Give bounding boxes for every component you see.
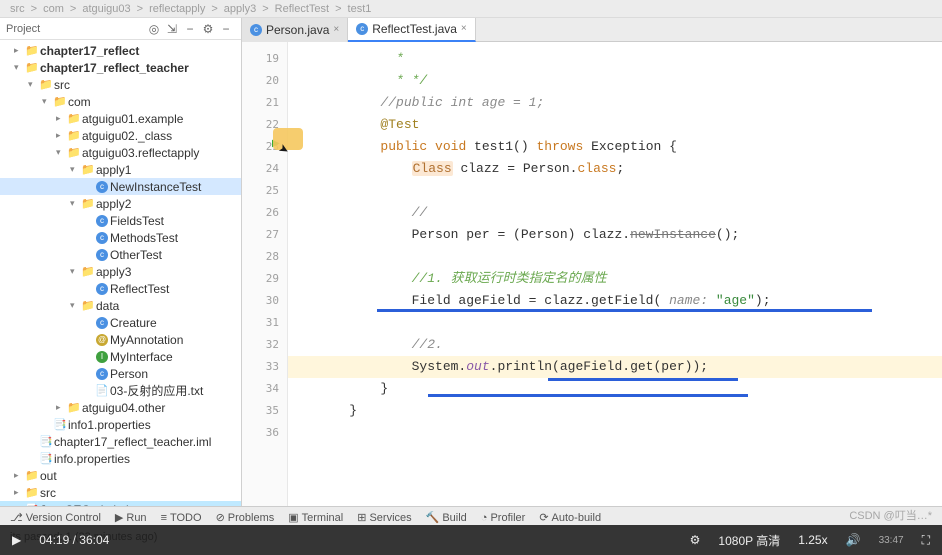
collapse-icon[interactable]: − xyxy=(181,20,199,38)
tree-myinterface[interactable]: IMyInterface xyxy=(0,348,241,365)
sidebar-header: Project ◎ ⇲ − ⚙ − xyxy=(0,18,241,40)
project-sidebar: Project ◎ ⇲ − ⚙ − ▸📁chapter17_reflect ▾📁… xyxy=(0,18,242,506)
video-speed[interactable]: 1.25x xyxy=(798,533,827,547)
problems-tab[interactable]: ⊘ Problems xyxy=(216,511,275,524)
video-player-bar[interactable]: ▶ 04:19 / 36:04 ⚙ 1080P 高清 1.25x 🔊 33:47… xyxy=(0,525,942,555)
annotation-line-2a xyxy=(548,378,738,381)
tree-pkg2[interactable]: ▸📁atguigu02._class xyxy=(0,127,241,144)
target-icon[interactable]: ◎ xyxy=(145,20,163,38)
tree-data[interactable]: ▾📁data xyxy=(0,297,241,314)
tab-person[interactable]: cPerson.java× xyxy=(242,18,348,42)
services-tab[interactable]: ⊞ Services xyxy=(357,511,411,524)
tree-src[interactable]: ▾📁src xyxy=(0,76,241,93)
tree-info1[interactable]: 📑info1.properties xyxy=(0,416,241,433)
tree-reflecttest[interactable]: cReflectTest xyxy=(0,280,241,297)
profiler-tab[interactable]: ◔ Profiler xyxy=(481,512,526,524)
tree-apply3[interactable]: ▾📁apply3 xyxy=(0,263,241,280)
tree-iml[interactable]: 📑chapter17_reflect_teacher.iml xyxy=(0,433,241,450)
watermark: CSDN @叮当…* xyxy=(849,507,932,523)
tree-person[interactable]: cPerson xyxy=(0,365,241,382)
autobuild-tab[interactable]: ⟳ Auto-build xyxy=(539,511,601,524)
breadcrumb: src > com > atguigu03 > reflectapply > a… xyxy=(0,0,942,18)
settings-icon[interactable]: ⚙ xyxy=(690,533,701,547)
tree-out[interactable]: ▸📁out xyxy=(0,467,241,484)
tree-txt[interactable]: 📄03-反射的应用.txt xyxy=(0,382,241,399)
code-editor[interactable]: * * */ //public int age = 1; @Test publi… xyxy=(288,42,942,506)
tree-newinstancetest[interactable]: cNewInstanceTest xyxy=(0,178,241,195)
run-tab[interactable]: ▶ Run xyxy=(115,511,147,524)
play-icon[interactable]: ▶ xyxy=(12,533,21,547)
tree-pkg4[interactable]: ▸📁atguigu04.other xyxy=(0,399,241,416)
tree-jse-iml[interactable]: 📑JavaSECode.iml xyxy=(0,501,241,506)
close-icon[interactable]: × xyxy=(333,24,339,35)
tree-src2[interactable]: ▸📁src xyxy=(0,484,241,501)
tree-chapter17-teacher[interactable]: ▾📁chapter17_reflect_teacher xyxy=(0,59,241,76)
editor-pane: cPerson.java× cReflectTest.java× 1920 21… xyxy=(242,18,942,506)
tree-myannotation[interactable]: @MyAnnotation xyxy=(0,331,241,348)
sidebar-title: Project xyxy=(6,23,145,35)
volume-icon[interactable]: 🔊 xyxy=(846,533,861,547)
line-gutter: 1920 2122 2324 2526 2728 2930 3132 3334 … xyxy=(242,42,288,506)
tree-creature[interactable]: cCreature xyxy=(0,314,241,331)
tree-methodstest[interactable]: cMethodsTest xyxy=(0,229,241,246)
tree-pkg1[interactable]: ▸📁atguigu01.example xyxy=(0,110,241,127)
cursor-highlight xyxy=(273,128,303,150)
tree-apply1[interactable]: ▾📁apply1 xyxy=(0,161,241,178)
tree-chapter17-reflect[interactable]: ▸📁chapter17_reflect xyxy=(0,42,241,59)
editor-tabs: cPerson.java× cReflectTest.java× xyxy=(242,18,942,42)
tree-pkg3[interactable]: ▾📁atguigu03.reflectapply xyxy=(0,144,241,161)
close-icon[interactable]: × xyxy=(461,23,467,34)
gear-icon[interactable]: ⚙ xyxy=(199,20,217,38)
video-time: 04:19 / 36:04 xyxy=(39,533,109,547)
tree-othertest[interactable]: cOtherTest xyxy=(0,246,241,263)
fullscreen-icon[interactable]: ⛶ xyxy=(922,533,930,548)
tab-reflecttest[interactable]: cReflectTest.java× xyxy=(348,18,476,42)
video-end-time: 33:47 xyxy=(879,535,904,546)
expand-icon[interactable]: ⇲ xyxy=(163,20,181,38)
terminal-tab[interactable]: ▣ Terminal xyxy=(288,511,343,524)
project-tree: ▸📁chapter17_reflect ▾📁chapter17_reflect_… xyxy=(0,40,241,506)
version-control-tab[interactable]: ⎇ Version Control xyxy=(10,511,101,524)
build-tab[interactable]: 🔨 Build xyxy=(426,511,467,524)
tree-infop[interactable]: 📑info.properties xyxy=(0,450,241,467)
tree-fieldstest[interactable]: cFieldsTest xyxy=(0,212,241,229)
todo-tab[interactable]: ≡ TODO xyxy=(161,512,202,524)
video-resolution[interactable]: 1080P 高清 xyxy=(718,532,780,549)
tree-com[interactable]: ▾📁com xyxy=(0,93,241,110)
annotation-line-2b xyxy=(428,394,748,397)
hide-icon[interactable]: − xyxy=(217,20,235,38)
tree-apply2[interactable]: ▾📁apply2 xyxy=(0,195,241,212)
annotation-line-1 xyxy=(377,309,872,312)
